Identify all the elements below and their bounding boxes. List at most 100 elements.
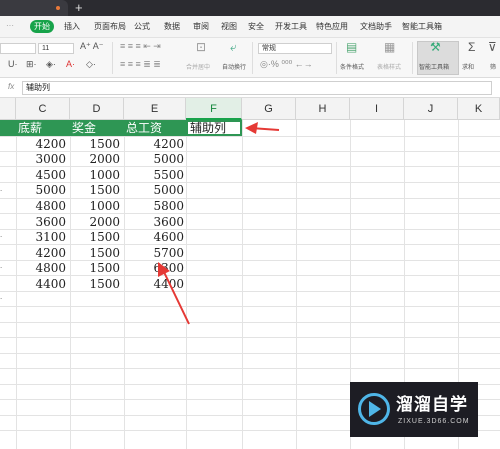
table-cell[interactable]: 4200 bbox=[16, 136, 66, 152]
table-cell[interactable]: 4200 bbox=[124, 136, 184, 152]
unsaved-dot-icon bbox=[56, 6, 60, 10]
table-cell[interactable]: 3600 bbox=[16, 214, 66, 230]
table-cell[interactable]: 3100 bbox=[16, 229, 66, 245]
ribbon-toolbar: 11 A⁺ A⁻ U· ⊞· ◈· A· ◇· ≡ ≡ ≡ ⇤ ⇥ ≡ ≡ ≡ … bbox=[0, 38, 500, 78]
column-header-c[interactable]: C bbox=[16, 98, 70, 120]
table-cell[interactable]: 5000 bbox=[16, 182, 66, 198]
font-grow-icon[interactable]: A⁺ A⁻ bbox=[80, 41, 104, 52]
table-cell[interactable]: 1000 bbox=[70, 198, 120, 214]
table-cell[interactable]: 5000 bbox=[124, 182, 184, 198]
tab-data[interactable]: 数据 bbox=[164, 21, 180, 32]
menu-bar: ··· 开始 插入 页面布局 公式 数据 审阅 视图 安全 开发工具 特色应用 … bbox=[0, 16, 500, 38]
watermark-logo: 溜溜自学 ZIXUE.3D66.COM bbox=[350, 382, 478, 437]
table-cell[interactable]: 1500 bbox=[70, 229, 120, 245]
watermark-url: ZIXUE.3D66.COM bbox=[398, 418, 470, 425]
table-cell[interactable]: 6300 bbox=[124, 260, 184, 276]
formula-input[interactable]: 辅助列 bbox=[22, 81, 492, 95]
conditional-format-icon[interactable]: ▤ bbox=[346, 40, 357, 54]
table-cell[interactable]: 4400 bbox=[124, 276, 184, 292]
tab-special-apps[interactable]: 特色应用 bbox=[316, 21, 348, 32]
column-header-h[interactable]: H bbox=[296, 98, 350, 120]
sum-icon[interactable]: Σ bbox=[468, 40, 475, 54]
column-header-j[interactable]: J bbox=[404, 98, 458, 120]
table-cell[interactable]: 3000 bbox=[16, 151, 66, 167]
table-cell[interactable]: 1500 bbox=[70, 260, 120, 276]
helper-column-label: 辅助列 bbox=[190, 121, 227, 135]
table-cell[interactable]: 1500 bbox=[70, 245, 120, 261]
tab-view[interactable]: 视图 bbox=[221, 21, 237, 32]
tab-security[interactable]: 安全 bbox=[248, 21, 264, 32]
column-header-e[interactable]: E bbox=[124, 98, 186, 120]
table-cell[interactable]: 5700 bbox=[124, 245, 184, 261]
menu-overflow-icon[interactable]: ··· bbox=[6, 21, 14, 30]
conditional-format-button[interactable]: 条件格式 bbox=[340, 62, 364, 71]
number-format-icons[interactable]: ◎·% ⁰⁰⁰ ←→ bbox=[260, 59, 313, 70]
title-bar: + bbox=[0, 0, 500, 16]
table-cell[interactable]: 4600 bbox=[124, 229, 184, 245]
tab-page-layout[interactable]: 页面布局 bbox=[94, 21, 126, 32]
tab-smart-toolbox[interactable]: 智能工具箱 bbox=[402, 21, 442, 32]
filter-icon[interactable]: ⊽ bbox=[488, 40, 497, 54]
wrap-text-button[interactable]: 自动换行 bbox=[222, 62, 246, 71]
header-cell-bonus[interactable]: 奖金 bbox=[72, 120, 96, 136]
tab-developer[interactable]: 开发工具 bbox=[275, 21, 307, 32]
table-style-button[interactable]: 表格样式 bbox=[377, 62, 401, 71]
column-header-i[interactable]: I bbox=[350, 98, 404, 120]
align-bottom-icons[interactable]: ≡ ≡ ≡ ≣ ≣ bbox=[120, 59, 161, 70]
fill-color-icon[interactable]: ◈· bbox=[46, 59, 56, 70]
fx-icon[interactable]: fx bbox=[8, 82, 14, 91]
table-cell[interactable]: 5000 bbox=[124, 151, 184, 167]
table-cell[interactable]: 1500 bbox=[70, 276, 120, 292]
column-header-partial[interactable] bbox=[0, 98, 16, 120]
column-header-k[interactable]: K bbox=[458, 98, 500, 120]
border-icon[interactable]: ⊞· bbox=[26, 59, 37, 70]
font-name-select[interactable] bbox=[0, 43, 36, 54]
table-cell[interactable]: 2000 bbox=[70, 151, 120, 167]
selected-cell-f1[interactable]: 辅助列 bbox=[186, 120, 242, 136]
smart-toolbox-button[interactable]: 智能工具箱 bbox=[419, 62, 449, 71]
header-cell-total-salary[interactable]: 总工资 bbox=[126, 120, 162, 136]
align-top-icons[interactable]: ≡ ≡ ≡ ⇤ ⇥ bbox=[120, 41, 161, 52]
table-cell[interactable]: 5800 bbox=[124, 198, 184, 214]
tab-doc-assistant[interactable]: 文档助手 bbox=[360, 21, 392, 32]
tab-review[interactable]: 审阅 bbox=[193, 21, 209, 32]
row-edge-mark: . bbox=[0, 230, 3, 239]
row-edge-mark: . bbox=[0, 261, 3, 270]
ribbon-divider bbox=[112, 42, 113, 74]
ribbon-divider bbox=[412, 42, 413, 74]
table-cell[interactable]: 2000 bbox=[70, 214, 120, 230]
tab-start[interactable]: 开始 bbox=[30, 20, 54, 33]
font-color-icon[interactable]: A· bbox=[66, 59, 75, 69]
table-cell[interactable]: 4400 bbox=[16, 276, 66, 292]
new-tab-icon[interactable]: + bbox=[75, 0, 83, 16]
table-cell[interactable]: 4200 bbox=[16, 245, 66, 261]
table-style-icon[interactable]: ▦ bbox=[384, 40, 395, 54]
clear-format-icon[interactable]: ◇· bbox=[86, 59, 96, 70]
table-cell[interactable]: 4800 bbox=[16, 198, 66, 214]
table-cell[interactable]: 4500 bbox=[16, 167, 66, 183]
table-cell[interactable]: 1500 bbox=[70, 182, 120, 198]
tab-formulas[interactable]: 公式 bbox=[134, 21, 150, 32]
merge-center-button[interactable]: 合并居中 bbox=[186, 62, 210, 71]
smart-toolbox-icon[interactable]: ⚒ bbox=[430, 40, 441, 54]
number-format-select[interactable]: 常规 bbox=[258, 43, 332, 54]
watermark-brand: 溜溜自学 bbox=[396, 395, 468, 414]
font-size-select[interactable]: 11 bbox=[38, 43, 74, 54]
column-header-g[interactable]: G bbox=[242, 98, 296, 120]
underline-icon[interactable]: U· bbox=[8, 59, 18, 69]
ribbon-divider bbox=[252, 42, 253, 74]
filter-button[interactable]: 筛 bbox=[490, 62, 496, 71]
table-cell[interactable]: 1000 bbox=[70, 167, 120, 183]
row-edge-mark: . bbox=[0, 184, 3, 193]
header-cell-base-salary[interactable]: 底薪 bbox=[18, 120, 42, 136]
column-header-d[interactable]: D bbox=[70, 98, 124, 120]
tab-insert[interactable]: 插入 bbox=[64, 21, 80, 32]
table-cell[interactable]: 5500 bbox=[124, 167, 184, 183]
table-cell[interactable]: 4800 bbox=[16, 260, 66, 276]
column-header-f[interactable]: F bbox=[186, 98, 242, 120]
sum-button[interactable]: 求和 bbox=[462, 62, 474, 71]
wrap-text-icon[interactable]: ⤶ bbox=[230, 40, 237, 55]
table-cell[interactable]: 3600 bbox=[124, 214, 184, 230]
table-cell[interactable]: 1500 bbox=[70, 136, 120, 152]
merge-center-icon[interactable]: ⊡ bbox=[196, 40, 206, 54]
